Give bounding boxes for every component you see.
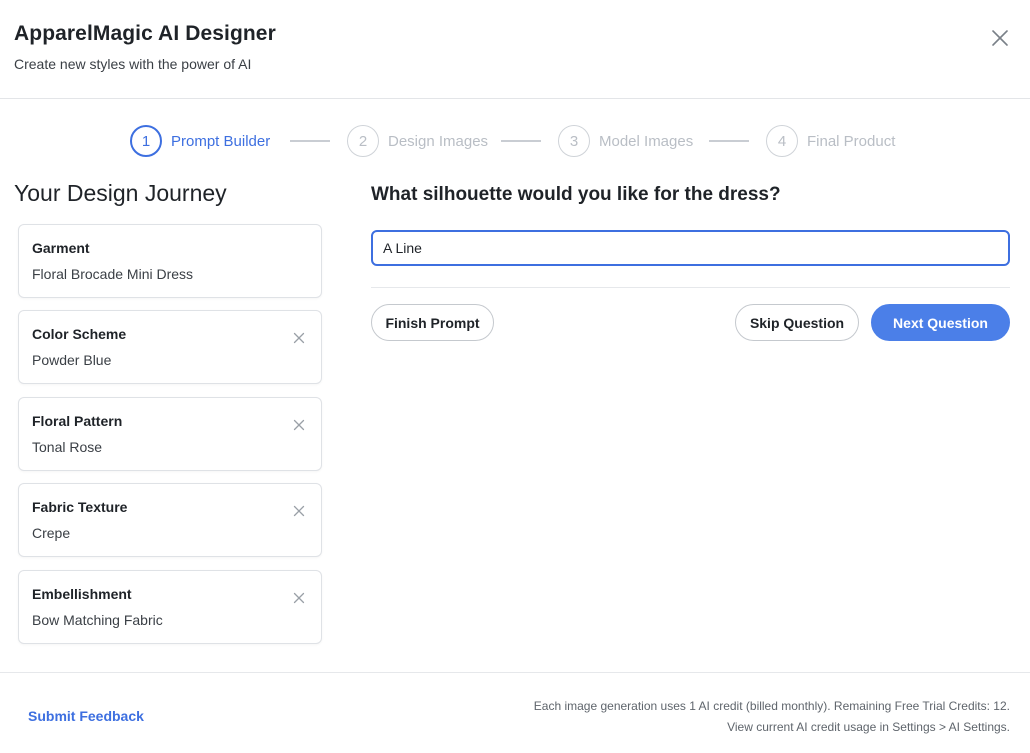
- step-design-images[interactable]: 2 Design Images: [347, 124, 488, 158]
- card-title: Embellishment: [32, 586, 132, 602]
- step-label: Design Images: [388, 132, 489, 150]
- next-question-button[interactable]: Next Question: [871, 304, 1010, 341]
- journey-card-embellishment[interactable]: Embellishment Bow Matching Fabric: [18, 570, 322, 644]
- remove-icon[interactable]: [293, 505, 305, 517]
- card-value: Tonal Rose: [32, 439, 103, 455]
- step-connector: [709, 140, 749, 142]
- card-value: Powder Blue: [32, 352, 112, 368]
- step-prompt-builder[interactable]: 1 Prompt Builder: [130, 124, 270, 158]
- journey-card-floral-pattern[interactable]: Floral Pattern Tonal Rose: [18, 397, 322, 471]
- card-value: Crepe: [32, 525, 71, 541]
- journey-card-fabric-texture[interactable]: Fabric Texture Crepe: [18, 483, 322, 557]
- card-value: Floral Brocade Mini Dress: [32, 266, 194, 282]
- close-icon: [992, 30, 1008, 46]
- step-connector: [290, 140, 330, 142]
- card-title: Fabric Texture: [32, 499, 128, 515]
- page-title: ApparelMagic AI Designer: [14, 22, 276, 45]
- step-label: Prompt Builder: [171, 132, 271, 150]
- step-number: 4: [766, 125, 798, 157]
- step-model-images[interactable]: 3 Model Images: [558, 124, 693, 158]
- progress-stepper: 1 Prompt Builder 2 Design Images 3 Model…: [0, 124, 1030, 158]
- remove-icon[interactable]: [293, 419, 305, 431]
- card-title: Floral Pattern: [32, 413, 123, 429]
- submit-feedback-link[interactable]: Submit Feedback: [28, 708, 144, 724]
- close-button[interactable]: [988, 26, 1012, 50]
- card-value: Bow Matching Fabric: [32, 612, 163, 628]
- skip-question-button[interactable]: Skip Question: [735, 304, 859, 341]
- step-number: 2: [347, 125, 379, 157]
- card-title: Color Scheme: [32, 326, 127, 342]
- footer-divider: [0, 672, 1030, 673]
- step-number: 3: [558, 125, 590, 157]
- journey-title: Your Design Journey: [14, 180, 227, 206]
- remove-icon[interactable]: [293, 332, 305, 344]
- journey-card-color-scheme[interactable]: Color Scheme Powder Blue: [18, 310, 322, 384]
- step-connector: [501, 140, 541, 142]
- step-number: 1: [130, 125, 162, 157]
- step-label: Final Product: [807, 132, 896, 150]
- credit-info-line-2: View current AI credit usage in Settings…: [727, 720, 1010, 734]
- journey-card-garment[interactable]: Garment Floral Brocade Mini Dress: [18, 224, 322, 298]
- page-subtitle: Create new styles with the power of AI: [14, 56, 252, 72]
- card-title: Garment: [32, 240, 90, 256]
- dialog-header: ApparelMagic AI Designer Create new styl…: [0, 0, 1030, 99]
- prompt-question: What silhouette would you like for the d…: [371, 184, 781, 205]
- step-label: Model Images: [599, 132, 694, 150]
- credit-info-line-1: Each image generation uses 1 AI credit (…: [533, 699, 1010, 713]
- answer-input[interactable]: [371, 230, 1010, 266]
- step-final-product[interactable]: 4 Final Product: [766, 124, 895, 158]
- divider: [371, 287, 1010, 288]
- remove-icon[interactable]: [293, 592, 305, 604]
- finish-prompt-button[interactable]: Finish Prompt: [371, 304, 494, 341]
